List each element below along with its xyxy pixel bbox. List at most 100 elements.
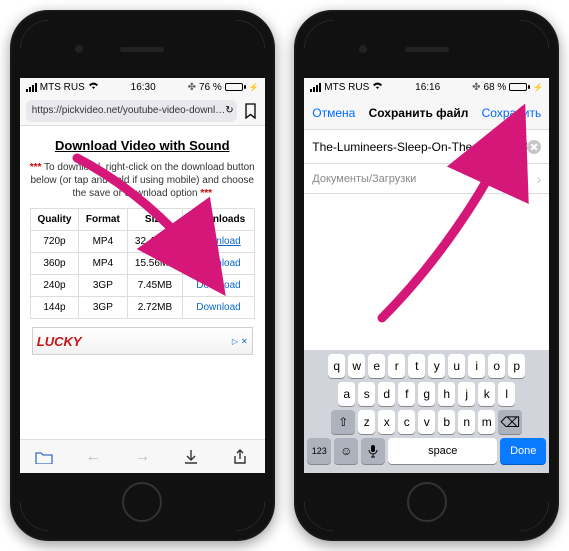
screen-left: MTS RUS 16:30 ✤ 76 % ⚡ ht xyxy=(20,78,265,473)
table-row: 240p 3GP 7.45MB Download xyxy=(30,275,254,297)
wifi-icon xyxy=(372,81,383,93)
mic-key[interactable] xyxy=(361,438,385,464)
battery-icon xyxy=(225,83,246,91)
save-dialog-nav: Отмена Сохранить файл Сохранить xyxy=(304,96,549,130)
stars: *** xyxy=(30,162,42,173)
filename-row[interactable]: The-Lumineers-Sleep-On-The-Floor.mp4 xyxy=(304,130,549,164)
key-e[interactable]: e xyxy=(368,354,385,378)
bluetooth-icon: ✤ xyxy=(188,82,196,93)
shift-key[interactable]: ⇧ xyxy=(331,410,355,434)
key-a[interactable]: a xyxy=(338,382,355,406)
urlbar: https://pickvideo.net/youtube-video-down… xyxy=(20,96,265,126)
key-r[interactable]: r xyxy=(388,354,405,378)
key-m[interactable]: m xyxy=(478,410,495,434)
space-key[interactable]: space xyxy=(388,438,497,464)
key-g[interactable]: g xyxy=(418,382,435,406)
location-path: Документы/Загрузки xyxy=(312,173,416,185)
download-link-720p[interactable]: Download xyxy=(196,236,240,247)
home-button[interactable] xyxy=(122,482,162,522)
cell-size: 7.45MB xyxy=(127,275,183,297)
home-button[interactable] xyxy=(407,482,447,522)
charging-icon: ⚡ xyxy=(249,83,259,92)
key-p[interactable]: p xyxy=(508,354,525,378)
download-link-240p[interactable]: Download xyxy=(196,280,240,291)
table-row: 144p 3GP 2.72MB Download xyxy=(30,297,254,319)
download-link-360p[interactable]: Download xyxy=(196,258,240,269)
col-quality: Quality xyxy=(30,209,78,231)
keyboard[interactable]: q w e r t y u i o p a s d f g h xyxy=(304,350,549,473)
cell-quality: 144p xyxy=(30,297,78,319)
key-n[interactable]: n xyxy=(458,410,475,434)
ad-close-icon[interactable]: ✕ xyxy=(241,337,248,346)
cell-size: 15.56MB xyxy=(127,253,183,275)
bookmark-icon[interactable] xyxy=(243,103,259,119)
key-x[interactable]: x xyxy=(378,410,395,434)
ad-banner[interactable]: LUCKY ▷ ✕ xyxy=(32,327,253,355)
key-b[interactable]: b xyxy=(438,410,455,434)
url-field[interactable]: https://pickvideo.net/youtube-video-down… xyxy=(26,100,237,122)
signal-icon xyxy=(310,83,321,92)
backspace-key[interactable]: ⌫ xyxy=(498,410,522,434)
phone-left: MTS RUS 16:30 ✤ 76 % ⚡ ht xyxy=(10,10,275,541)
bluetooth-icon: ✤ xyxy=(472,82,480,93)
battery-pct: 68 % xyxy=(483,82,506,93)
key-w[interactable]: w xyxy=(348,354,365,378)
key-k[interactable]: k xyxy=(478,382,495,406)
key-i[interactable]: i xyxy=(468,354,485,378)
key-f[interactable]: f xyxy=(398,382,415,406)
table-row: 360p MP4 15.56MB Download xyxy=(30,253,254,275)
key-s[interactable]: s xyxy=(358,382,375,406)
refresh-icon[interactable]: ↻ xyxy=(225,103,233,119)
key-u[interactable]: u xyxy=(448,354,465,378)
adchoices-icon[interactable]: ▷ xyxy=(232,337,238,346)
key-v[interactable]: v xyxy=(418,410,435,434)
carrier-label: MTS RUS xyxy=(324,82,369,93)
clear-icon[interactable] xyxy=(527,140,541,154)
cancel-button[interactable]: Отмена xyxy=(312,106,355,120)
url-text: https://pickvideo.net/youtube-video-down… xyxy=(32,105,225,116)
save-button[interactable]: Сохранить xyxy=(482,106,542,120)
instructions: *** To download, right-click on the down… xyxy=(30,161,255,200)
forward-icon[interactable]: → xyxy=(132,447,152,467)
clock: 16:16 xyxy=(415,82,440,93)
key-t[interactable]: t xyxy=(408,354,425,378)
key-z[interactable]: z xyxy=(358,410,375,434)
key-d[interactable]: d xyxy=(378,382,395,406)
ad-brand: LUCKY xyxy=(37,334,82,349)
page-content: Download Video with Sound *** To downloa… xyxy=(20,126,265,439)
done-key[interactable]: Done xyxy=(500,438,546,464)
location-row[interactable]: Документы/Загрузки › xyxy=(304,164,549,194)
key-l[interactable]: l xyxy=(498,382,515,406)
battery-icon xyxy=(509,83,530,91)
key-j[interactable]: j xyxy=(458,382,475,406)
key-q[interactable]: q xyxy=(328,354,345,378)
key-o[interactable]: o xyxy=(488,354,505,378)
ad-controls[interactable]: ▷ ✕ xyxy=(232,337,248,346)
charging-icon: ⚡ xyxy=(533,83,543,92)
folder-icon[interactable] xyxy=(34,447,54,467)
cell-format: MP4 xyxy=(79,253,127,275)
share-icon[interactable] xyxy=(230,447,250,467)
cell-quality: 720p xyxy=(30,231,78,253)
col-size: Size xyxy=(127,209,183,231)
download-link-144p[interactable]: Download xyxy=(196,302,240,313)
downloads-table: Quality Format Size Downloads 720p MP4 3… xyxy=(30,208,255,319)
key-c[interactable]: c xyxy=(398,410,415,434)
download-icon[interactable] xyxy=(181,447,201,467)
signal-icon xyxy=(26,83,37,92)
back-icon[interactable]: ← xyxy=(83,447,103,467)
cell-quality: 240p xyxy=(30,275,78,297)
key-h[interactable]: h xyxy=(438,382,455,406)
table-row: 720p MP4 32.47MB Download xyxy=(30,231,254,253)
battery-pct: 76 % xyxy=(199,82,222,93)
numbers-key[interactable]: 123 xyxy=(307,438,331,464)
instructions-text: To download, right-click on the download… xyxy=(31,162,255,199)
emoji-key[interactable]: ☺ xyxy=(334,438,358,464)
key-y[interactable]: y xyxy=(428,354,445,378)
chevron-right-icon: › xyxy=(537,171,542,187)
cell-format: 3GP xyxy=(79,297,127,319)
wifi-icon xyxy=(88,81,99,93)
cell-format: MP4 xyxy=(79,231,127,253)
keyboard-row-3: ⇧ z x c v b n m ⌫ xyxy=(307,410,546,434)
filename-field[interactable]: The-Lumineers-Sleep-On-The-Floor.mp4 xyxy=(312,140,527,154)
